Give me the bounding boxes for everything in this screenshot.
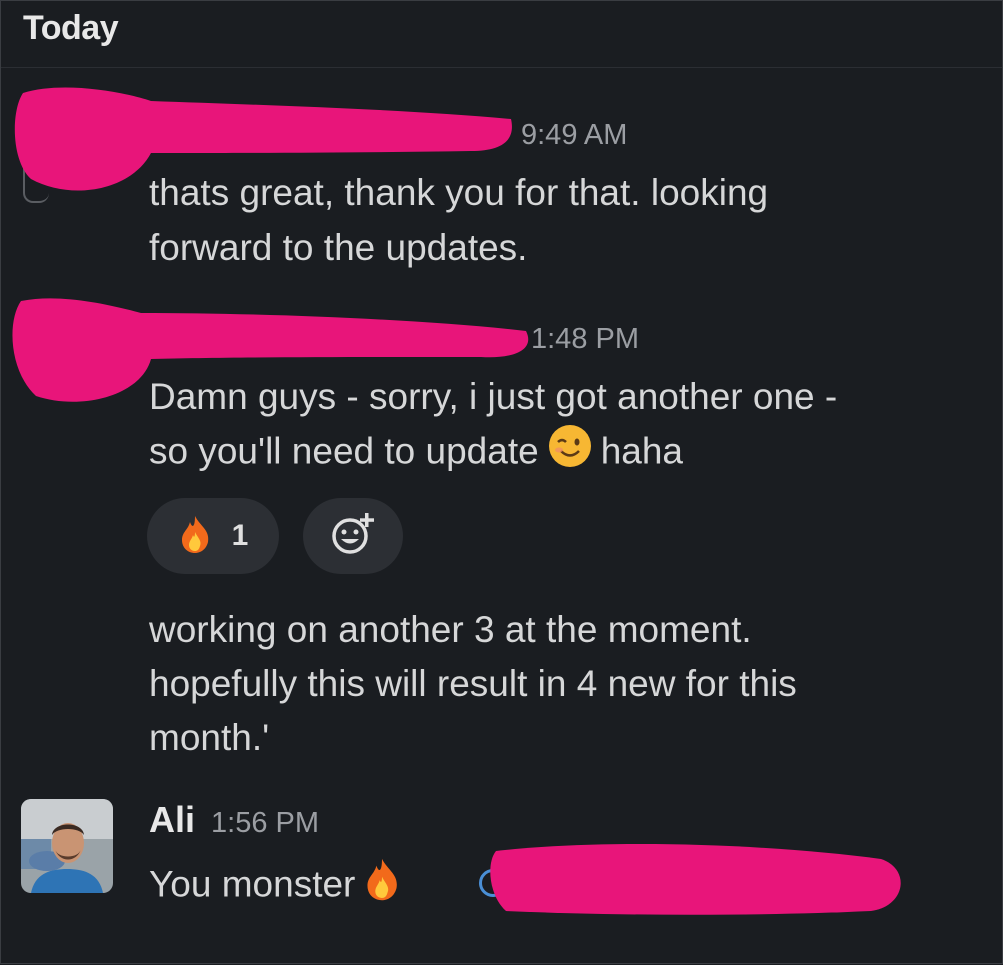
redaction-mark [14,87,512,191]
redaction-mark [12,298,529,402]
chat-window: Today 9:49 AM thats great, thank you for… [0,0,1003,964]
redaction-overlay [12,87,901,915]
redaction-mark [490,844,901,915]
